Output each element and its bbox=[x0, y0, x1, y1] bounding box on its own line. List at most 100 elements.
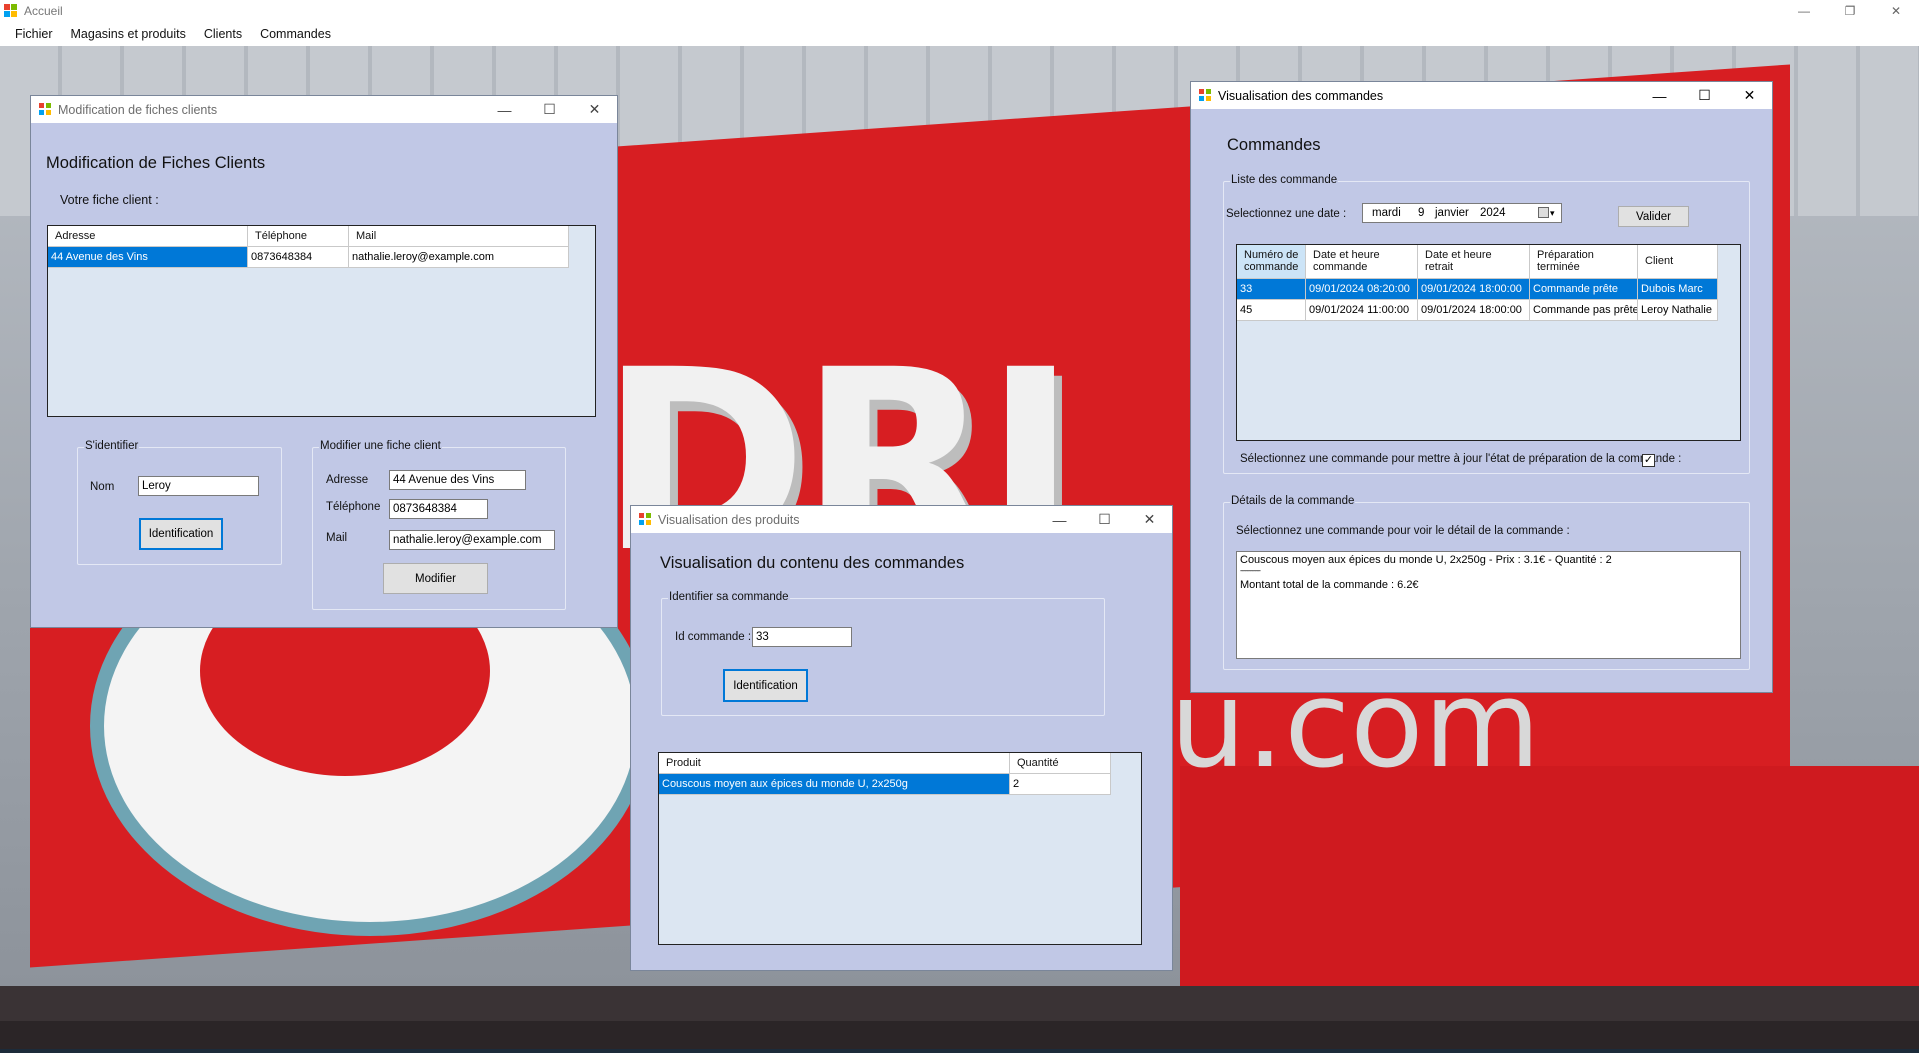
orders-grid[interactable]: Numéro de commande Date et heure commande … bbox=[1236, 244, 1741, 441]
minimize-icon[interactable]: — bbox=[1781, 0, 1827, 22]
cell-adresse[interactable]: 44 Avenue des Vins bbox=[48, 247, 248, 268]
minimize-icon[interactable]: — bbox=[1037, 506, 1082, 533]
cell-preparation[interactable]: Commande prête bbox=[1530, 279, 1638, 300]
clients-window-titlebar[interactable]: Modification de fiches clients — ☐ ✕ bbox=[31, 96, 617, 123]
table-row[interactable]: Couscous moyen aux épices du monde U, 2x… bbox=[659, 774, 1141, 795]
cell-numero[interactable]: 45 bbox=[1237, 300, 1306, 321]
column-header[interactable]: Numéro de commande bbox=[1237, 245, 1306, 279]
column-header[interactable]: Quantité bbox=[1010, 753, 1111, 774]
nom-label: Nom bbox=[90, 481, 115, 493]
id-commande-input[interactable]: 33 bbox=[752, 627, 852, 647]
cell-client[interactable]: Leroy Nathalie bbox=[1638, 300, 1718, 321]
restore-icon[interactable]: ❐ bbox=[1827, 0, 1873, 22]
details-separator: ------------ bbox=[1240, 566, 1261, 575]
identify-group: S'identifier Nom Leroy Identification bbox=[77, 440, 282, 565]
calendar-icon[interactable] bbox=[1538, 207, 1549, 218]
chevron-down-icon[interactable]: ▾ bbox=[1550, 204, 1555, 222]
modifier-button[interactable]: Modifier bbox=[383, 563, 488, 594]
preparation-checkbox[interactable]: ✓ bbox=[1642, 454, 1655, 467]
table-row[interactable]: 33 09/01/2024 08:20:00 09/01/2024 18:00:… bbox=[1237, 279, 1740, 300]
nom-input[interactable]: Leroy bbox=[138, 476, 259, 496]
details-line: Couscous moyen aux épices du monde U, 2x… bbox=[1240, 554, 1612, 566]
column-header[interactable]: Client bbox=[1638, 245, 1718, 279]
mail-label: Mail bbox=[326, 532, 348, 544]
app-title: Accueil bbox=[24, 4, 63, 18]
date-number: 9 bbox=[1418, 207, 1425, 219]
menu-fichier[interactable]: Fichier bbox=[0, 22, 62, 46]
update-status-label: Sélectionnez une commande pour mettre à … bbox=[1240, 453, 1682, 465]
window-app-icon bbox=[1199, 89, 1212, 102]
close-icon[interactable]: ✕ bbox=[1127, 506, 1172, 533]
cell-date-retrait[interactable]: 09/01/2024 18:00:00 bbox=[1418, 279, 1530, 300]
close-icon[interactable]: ✕ bbox=[572, 96, 617, 123]
grid-header-row: Adresse Téléphone Mail bbox=[48, 226, 595, 247]
menu-commandes[interactable]: Commandes bbox=[251, 22, 340, 46]
column-header[interactable]: Préparation terminée bbox=[1530, 245, 1638, 279]
maximize-icon[interactable]: ☐ bbox=[527, 96, 572, 123]
identification-button[interactable]: Identification bbox=[139, 518, 223, 550]
table-row[interactable]: 45 09/01/2024 11:00:00 09/01/2024 18:00:… bbox=[1237, 300, 1740, 321]
products-window-title: Visualisation des produits bbox=[658, 512, 800, 527]
date-year: 2024 bbox=[1480, 207, 1506, 219]
maximize-icon[interactable]: ☐ bbox=[1682, 82, 1727, 109]
orders-list-group: Liste des commande Selectionnez une date… bbox=[1223, 174, 1750, 474]
details-label: Sélectionnez une commande pour voir le d… bbox=[1236, 525, 1570, 537]
order-details-group: Détails de la commande Sélectionnez une … bbox=[1223, 495, 1750, 670]
maximize-icon[interactable]: ☐ bbox=[1082, 506, 1127, 533]
client-record-label: Votre fiche client : bbox=[60, 193, 159, 207]
table-row[interactable]: 44 Avenue des Vins 0873648384 nathalie.l… bbox=[48, 247, 595, 268]
grid-header-row: Produit Quantité bbox=[659, 753, 1141, 774]
telephone-label: Téléphone bbox=[326, 501, 381, 513]
cell-numero[interactable]: 33 bbox=[1237, 279, 1306, 300]
grid-header-row: Numéro de commande Date et heure commande … bbox=[1237, 245, 1740, 279]
app-icon bbox=[4, 4, 18, 18]
orders-window-titlebar[interactable]: Visualisation des commandes — ☐ ✕ bbox=[1191, 82, 1772, 109]
cell-date-commande[interactable]: 09/01/2024 08:20:00 bbox=[1306, 279, 1418, 300]
column-header[interactable]: Adresse bbox=[48, 226, 248, 247]
group-title: Liste des commande bbox=[1230, 174, 1339, 186]
cell-produit[interactable]: Couscous moyen aux épices du monde U, 2x… bbox=[659, 774, 1010, 795]
products-grid[interactable]: Produit Quantité Couscous moyen aux épic… bbox=[658, 752, 1142, 945]
orders-window-title: Visualisation des commandes bbox=[1218, 88, 1384, 103]
cell-date-retrait[interactable]: 09/01/2024 18:00:00 bbox=[1418, 300, 1530, 321]
group-title: Identifier sa commande bbox=[668, 591, 790, 603]
column-header[interactable]: Produit bbox=[659, 753, 1010, 774]
page-title: Modification de Fiches Clients bbox=[46, 154, 266, 172]
date-month: janvier bbox=[1435, 207, 1469, 219]
menu-clients[interactable]: Clients bbox=[195, 22, 251, 46]
cell-mail[interactable]: nathalie.leroy@example.com bbox=[349, 247, 569, 268]
details-total: Montant total de la commande : 6.2€ bbox=[1240, 579, 1419, 591]
adresse-label: Adresse bbox=[326, 474, 369, 486]
window-app-icon bbox=[639, 513, 652, 526]
orders-window: Visualisation des commandes — ☐ ✕ Comman… bbox=[1190, 81, 1773, 693]
minimize-icon[interactable]: — bbox=[1637, 82, 1682, 109]
minimize-icon[interactable]: — bbox=[482, 96, 527, 123]
products-window-titlebar[interactable]: Visualisation des produits — ☐ ✕ bbox=[631, 506, 1172, 533]
cell-telephone[interactable]: 0873648384 bbox=[248, 247, 349, 268]
mail-input[interactable]: nathalie.leroy@example.com bbox=[389, 530, 555, 550]
date-label: Selectionnez une date : bbox=[1226, 208, 1347, 220]
close-icon[interactable]: ✕ bbox=[1727, 82, 1772, 109]
cell-preparation[interactable]: Commande pas prête bbox=[1530, 300, 1638, 321]
modify-client-group: Modifier une fiche client Adresse 44 Ave… bbox=[312, 440, 566, 610]
cell-client[interactable]: Dubois Marc bbox=[1638, 279, 1718, 300]
identification-button[interactable]: Identification bbox=[723, 669, 808, 702]
cell-date-commande[interactable]: 09/01/2024 11:00:00 bbox=[1306, 300, 1418, 321]
close-icon[interactable]: ✕ bbox=[1873, 0, 1919, 22]
cell-quantite[interactable]: 2 bbox=[1010, 774, 1111, 795]
column-header[interactable]: Date et heure retrait bbox=[1418, 245, 1530, 279]
valider-button[interactable]: Valider bbox=[1618, 206, 1689, 227]
column-header[interactable]: Téléphone bbox=[248, 226, 349, 247]
check-icon: ✓ bbox=[1643, 454, 1654, 466]
adresse-input[interactable]: 44 Avenue des Vins bbox=[389, 470, 526, 490]
date-picker[interactable]: mardi 9 janvier 2024 ▾ bbox=[1362, 203, 1562, 223]
order-details-textbox[interactable]: Couscous moyen aux épices du monde U, 2x… bbox=[1236, 551, 1741, 659]
menu-magasins-produits[interactable]: Magasins et produits bbox=[62, 22, 195, 46]
column-header[interactable]: Mail bbox=[349, 226, 569, 247]
clients-grid[interactable]: Adresse Téléphone Mail 44 Avenue des Vin… bbox=[47, 225, 596, 417]
group-title: Modifier une fiche client bbox=[319, 440, 442, 452]
column-header[interactable]: Date et heure commande bbox=[1306, 245, 1418, 279]
telephone-input[interactable]: 0873648384 bbox=[389, 499, 488, 519]
identify-order-group: Identifier sa commande Id commande : 33 … bbox=[661, 591, 1105, 716]
app-titlebar: Accueil — ❐ ✕ bbox=[0, 0, 1919, 22]
